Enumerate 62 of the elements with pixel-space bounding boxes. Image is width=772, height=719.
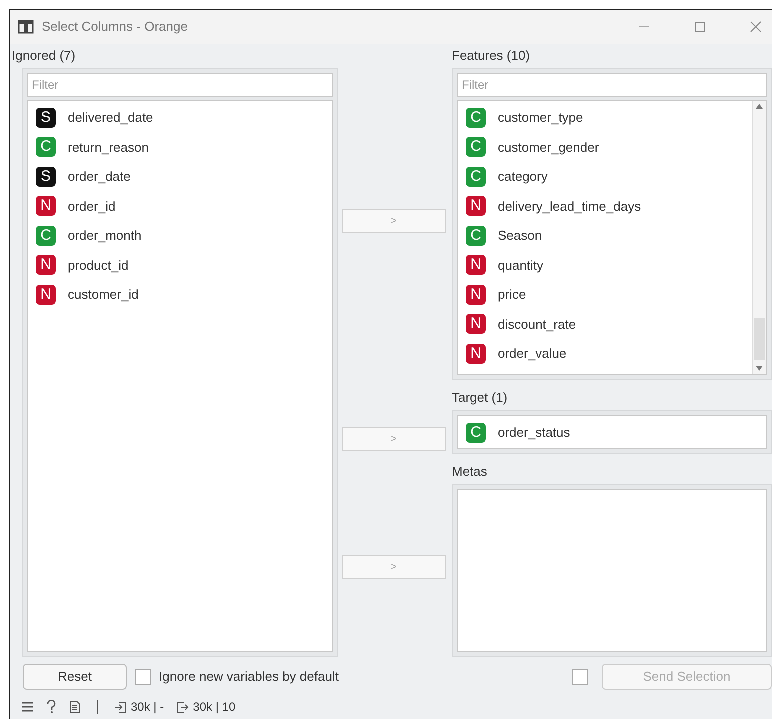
- variable-type-badge: N: [466, 255, 486, 276]
- variable-type-badge: N: [36, 255, 56, 276]
- scrollbar-thumb[interactable]: [754, 318, 765, 360]
- variable-list[interactable]: C order_status: [457, 415, 767, 449]
- variable-type-badge: C: [36, 226, 56, 246]
- variable-name[interactable]: product_id: [68, 256, 129, 275]
- checkbox-label: Ignore new variables by default: [159, 668, 339, 686]
- variable-list[interactable]: C customer_type C customer_gender C category N delivery_lead_time_days C Season N quantity N price N discount_rate N order_value: [457, 100, 767, 375]
- report-icon[interactable]: [69, 700, 81, 714]
- checkbox[interactable]: [135, 669, 151, 685]
- variable-type-badge: C: [36, 137, 56, 158]
- filter-field[interactable]: Filter: [27, 73, 333, 97]
- output-icon: [176, 700, 190, 714]
- variable-type-badge: N: [466, 344, 486, 364]
- variable-name[interactable]: category: [498, 167, 548, 186]
- variable-type-badge: N: [466, 284, 486, 305]
- variable-type-badge: C: [466, 137, 486, 158]
- menu-icon[interactable]: [21, 701, 34, 713]
- variable-type-badge: C: [466, 108, 486, 128]
- variable-type-badge: N: [466, 314, 486, 334]
- app-icon: [18, 20, 34, 34]
- variable-type-badge: S: [36, 166, 56, 187]
- variable-name[interactable]: price: [498, 285, 526, 304]
- variable-name[interactable]: order_date: [68, 167, 131, 186]
- maximize-icon[interactable]: [694, 21, 706, 33]
- scrollbar[interactable]: [752, 101, 766, 374]
- variable-name[interactable]: order_month: [68, 226, 142, 246]
- filter-field[interactable]: Filter: [457, 73, 767, 97]
- variable-type-badge: S: [36, 108, 56, 128]
- scroll-down-icon[interactable]: [756, 366, 763, 371]
- window-title: Select Columns - Orange: [42, 18, 188, 36]
- variable-type-badge: C: [466, 422, 486, 443]
- variable-list[interactable]: S delivered_date C return_reason S order_date N order_id C order_month N product_id N customer_id: [27, 100, 333, 652]
- section-label: Features (10): [452, 46, 532, 65]
- variable-name[interactable]: Season: [498, 226, 542, 246]
- help-icon[interactable]: [46, 700, 57, 714]
- variable-name[interactable]: return_reason: [68, 138, 149, 157]
- section-label: Ignored (7): [11, 46, 77, 65]
- input-summary: 30k | -: [131, 699, 164, 716]
- output-summary: 30k | 10: [193, 699, 236, 716]
- variable-type-badge: N: [36, 196, 56, 216]
- section-label: Target (1): [452, 388, 509, 407]
- variable-type-badge: N: [466, 196, 486, 216]
- variable-name[interactable]: customer_gender: [498, 138, 600, 157]
- variable-type-badge: N: [36, 284, 56, 305]
- input-icon: [114, 700, 127, 714]
- reset-button[interactable]: Reset: [23, 664, 127, 690]
- variable-name[interactable]: order_value: [498, 344, 567, 364]
- scroll-up-icon[interactable]: [756, 104, 763, 109]
- variable-name[interactable]: customer_id: [68, 285, 139, 304]
- variable-name[interactable]: discount_rate: [498, 314, 576, 334]
- variable-type-badge: C: [466, 166, 486, 187]
- checkbox[interactable]: [572, 669, 588, 685]
- variable-name[interactable]: delivery_lead_time_days: [498, 196, 642, 216]
- variable-type-badge: C: [466, 226, 486, 246]
- variable-name[interactable]: delivered_date: [68, 108, 154, 128]
- variable-name[interactable]: order_status: [498, 423, 570, 442]
- variable-name[interactable]: customer_type: [498, 108, 584, 128]
- variable-name[interactable]: quantity: [498, 256, 544, 275]
- section-label: Metas: [452, 462, 488, 480]
- close-icon[interactable]: [750, 21, 762, 33]
- variable-name[interactable]: order_id: [68, 196, 116, 216]
